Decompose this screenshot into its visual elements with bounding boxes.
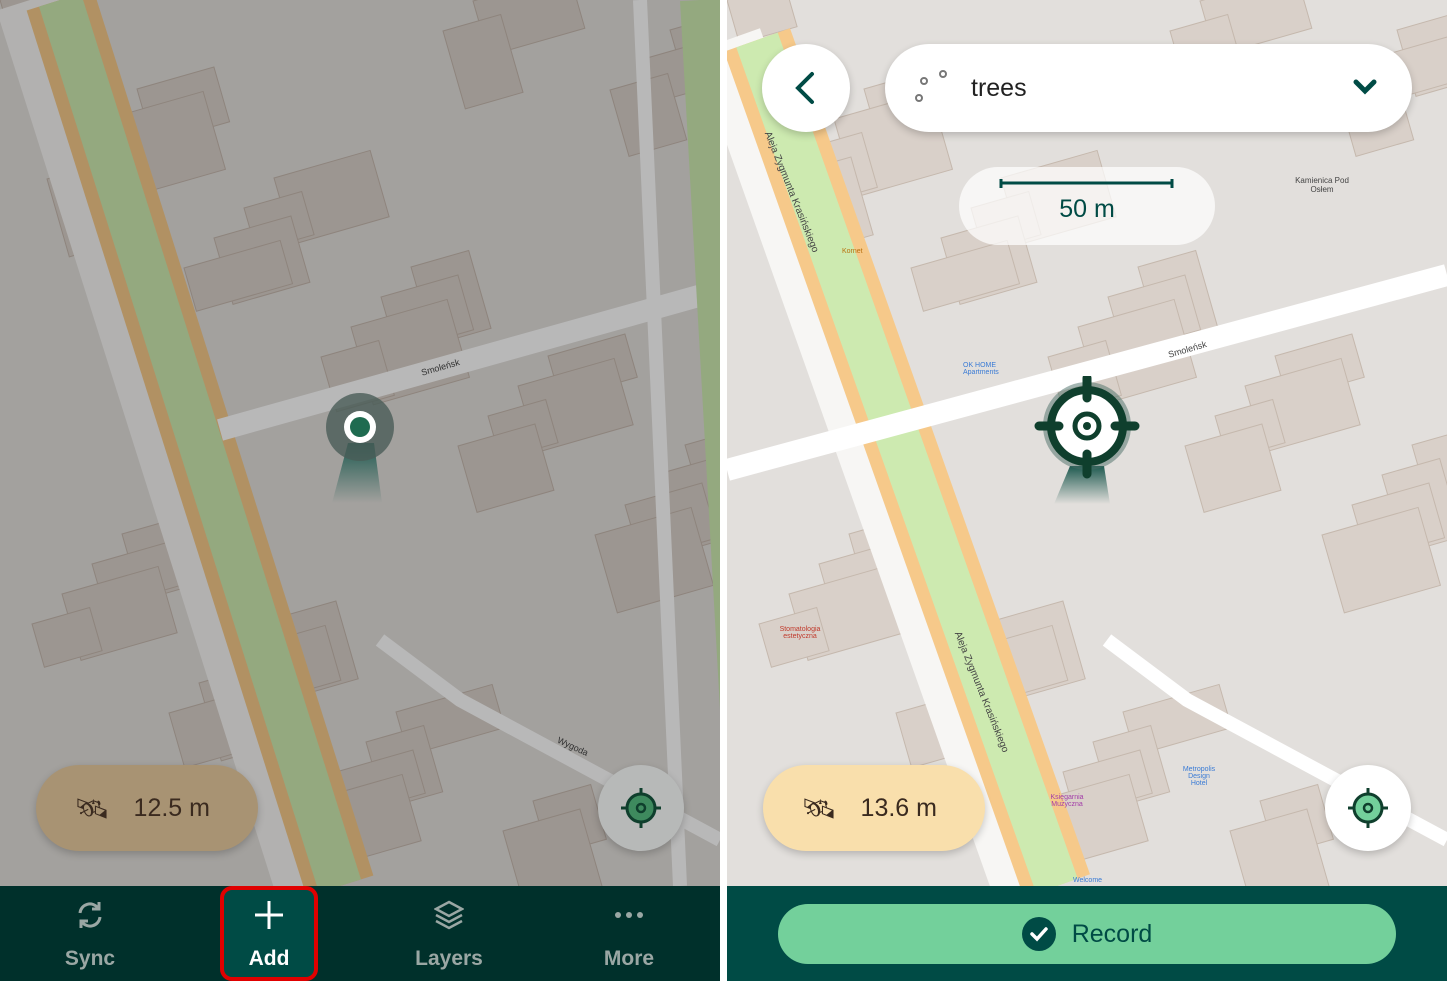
poi-label: OK HOME Apartments xyxy=(963,362,999,376)
record-bar: Record xyxy=(727,886,1447,981)
poi-label: Kamienica Pod Osłem xyxy=(1295,176,1349,194)
satellite-icon: 🛰 xyxy=(801,792,837,824)
bottom-navigation-bar: Sync Add Layers More xyxy=(0,886,720,981)
nav-sync-button[interactable]: Sync xyxy=(41,886,139,981)
gps-accuracy-pill[interactable]: 🛰 12.5 m xyxy=(36,765,258,851)
poi-label: Metropolis Design Hotel xyxy=(1182,766,1216,787)
center-location-button[interactable] xyxy=(1325,765,1411,851)
crosshair-icon xyxy=(621,788,661,828)
gps-accuracy-value: 12.5 m xyxy=(133,793,210,822)
more-icon xyxy=(615,912,643,918)
gps-accuracy-value: 13.6 m xyxy=(860,793,937,822)
nav-label: More xyxy=(603,947,655,970)
nav-label: Layers xyxy=(415,947,483,970)
layers-icon xyxy=(434,900,464,930)
back-button[interactable] xyxy=(762,44,850,132)
crosshair-target-icon xyxy=(1034,376,1140,504)
nav-label: Sync xyxy=(64,947,116,970)
map-pin-icon xyxy=(326,393,394,503)
scale-bar-line xyxy=(999,179,1174,188)
chevron-down-icon xyxy=(1353,79,1377,95)
nav-layers-button[interactable]: Layers xyxy=(400,886,498,981)
plus-icon xyxy=(255,901,283,929)
scale-bar-label: 50 m xyxy=(1059,195,1115,223)
record-label: Record xyxy=(1071,919,1153,948)
nav-add-button[interactable]: Add xyxy=(220,886,318,981)
map-screen-left: Smoleńsk Wygoda 🛰 12.5 m Sync Add Layers… xyxy=(0,0,720,981)
poi-label: Stomatologia estetyczna xyxy=(779,626,821,640)
checkmark-circle-icon xyxy=(1021,917,1056,951)
gps-accuracy-pill[interactable]: 🛰 13.6 m xyxy=(763,765,985,851)
crosshair-icon xyxy=(1348,788,1388,828)
poi-label: Welcome xyxy=(1073,877,1103,884)
nav-more-button[interactable]: More xyxy=(580,886,678,981)
chevron-left-icon xyxy=(795,72,814,104)
center-location-button[interactable] xyxy=(598,765,684,851)
point-layer-icon xyxy=(915,70,947,102)
satellite-icon: 🛰 xyxy=(74,792,110,824)
poi-label: Kornet xyxy=(842,248,863,255)
sync-icon xyxy=(78,902,102,928)
layer-selector-value: trees xyxy=(971,74,1027,102)
record-button[interactable]: Record xyxy=(778,904,1396,964)
map-screen-right: Smoleńsk Aleja Zygmunta Krasińskiego Ale… xyxy=(727,0,1447,981)
nav-label: Add xyxy=(248,947,290,970)
poi-label: Księgarnia Muzyczna xyxy=(1050,794,1084,808)
scale-bar: 50 m xyxy=(959,167,1215,245)
layer-selector-dropdown[interactable]: trees xyxy=(885,44,1412,132)
